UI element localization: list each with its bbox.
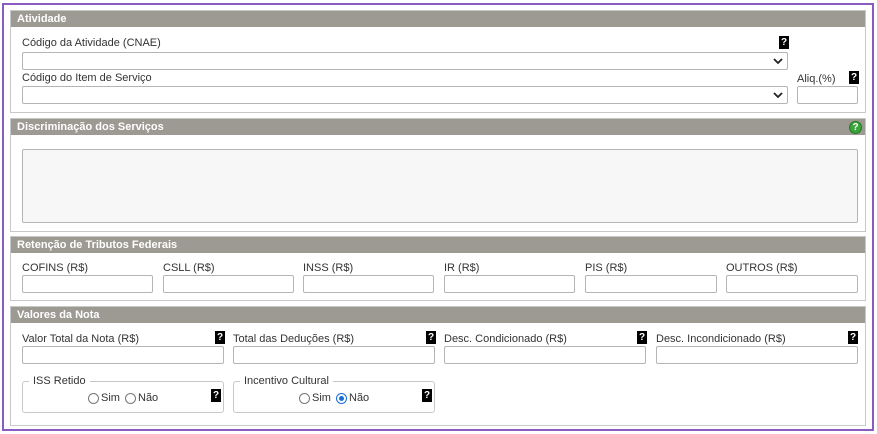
deducoes-input[interactable] (233, 346, 435, 364)
incentivo-nao-label[interactable]: Não (349, 392, 369, 405)
item-servico-select[interactable] (22, 86, 788, 104)
discriminacao-textarea[interactable] (22, 149, 858, 223)
form-frame: Atividade Código da Atividade (CNAE) ? C… (2, 3, 874, 431)
incentivo-sim-radio[interactable] (299, 393, 310, 404)
incentivo-sim-label[interactable]: Sim (312, 392, 331, 405)
cnae-label: Código da Atividade (CNAE) (22, 37, 161, 49)
valor-total-help-icon[interactable]: ? (215, 331, 225, 344)
desc-condicionado-input[interactable] (444, 346, 646, 364)
cnae-select[interactable] (22, 52, 788, 70)
csll-input[interactable] (163, 275, 294, 293)
inss-label: INSS (R$) (303, 262, 354, 274)
incentivo-nao-radio[interactable] (336, 393, 347, 404)
cnae-help-icon[interactable]: ? (779, 36, 789, 49)
section-retencao: Retenção de Tributos Federais COFINS (R$… (10, 236, 866, 301)
valor-total-input[interactable] (22, 346, 224, 364)
item-servico-label: Código do Item de Serviço (22, 72, 152, 84)
valor-total-label: Valor Total da Nota (R$) (22, 333, 139, 345)
cofins-label: COFINS (R$) (22, 262, 88, 274)
outros-label: OUTROS (R$) (726, 262, 798, 274)
desc-incondicionado-help-icon[interactable]: ? (848, 331, 858, 344)
desc-condicionado-label: Desc. Condicionado (R$) (444, 333, 567, 345)
outros-input[interactable] (726, 275, 858, 293)
pis-input[interactable] (585, 275, 717, 293)
iss-retido-nao-label[interactable]: Não (138, 392, 158, 405)
aliq-help-icon[interactable]: ? (849, 71, 859, 84)
inss-input[interactable] (303, 275, 434, 293)
deducoes-help-icon[interactable]: ? (426, 331, 436, 344)
section-discriminacao: Discriminação dos Serviços ? (10, 118, 866, 232)
section-valores-title: Valores da Nota (11, 307, 865, 323)
csll-label: CSLL (R$) (163, 262, 215, 274)
iss-retido-nao-radio[interactable] (125, 393, 136, 404)
iss-retido-help-icon[interactable]: ? (211, 389, 221, 402)
cofins-input[interactable] (22, 275, 153, 293)
desc-incondicionado-input[interactable] (656, 346, 858, 364)
desc-incondicionado-label: Desc. Incondicionado (R$) (656, 333, 786, 345)
deducoes-label: Total das Deduções (R$) (233, 333, 355, 345)
pis-label: PIS (R$) (585, 262, 628, 274)
ir-input[interactable] (444, 275, 575, 293)
iss-retido-sim-radio[interactable] (88, 393, 99, 404)
iss-retido-sim-label[interactable]: Sim (101, 392, 120, 405)
section-atividade-title: Atividade (11, 11, 865, 27)
aliq-label: Aliq.(%) (797, 73, 836, 85)
incentivo-legend: Incentivo Cultural (240, 375, 333, 388)
help-green-icon[interactable]: ? (849, 121, 862, 134)
incentivo-help-icon[interactable]: ? (422, 389, 432, 402)
desc-condicionado-help-icon[interactable]: ? (637, 331, 647, 344)
section-retencao-title: Retenção de Tributos Federais (11, 237, 865, 253)
ir-label: IR (R$) (444, 262, 480, 274)
section-valores: Valores da Nota Valor Total da Nota (R$)… (10, 306, 866, 426)
iss-retido-legend: ISS Retido (29, 375, 90, 388)
chevron-down-icon (773, 58, 783, 65)
aliq-input[interactable] (797, 86, 858, 104)
section-discriminacao-title: Discriminação dos Serviços (11, 119, 865, 135)
section-atividade: Atividade Código da Atividade (CNAE) ? C… (10, 10, 866, 113)
chevron-down-icon (773, 92, 783, 99)
